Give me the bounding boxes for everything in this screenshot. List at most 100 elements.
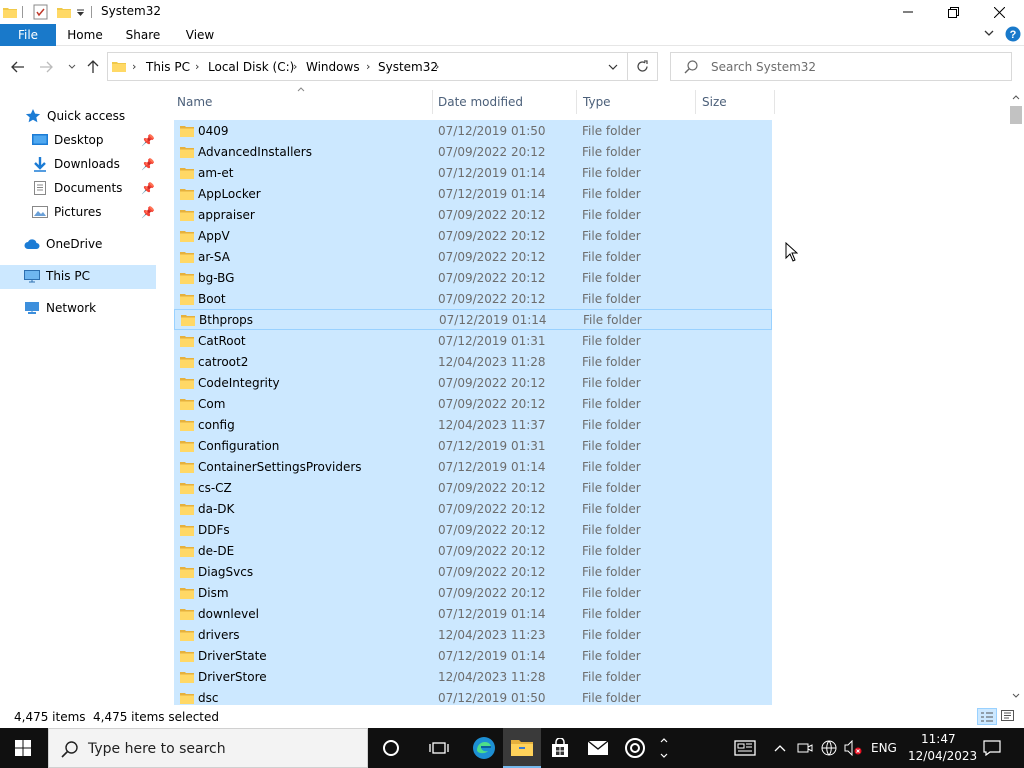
column-name[interactable]: Name xyxy=(177,95,212,109)
table-row[interactable]: drivers 12/04/2023 11:23 File folder xyxy=(174,624,772,645)
address-history-dropdown[interactable] xyxy=(608,64,618,71)
help-icon[interactable]: ? xyxy=(1005,26,1021,42)
table-row[interactable]: catroot2 12/04/2023 11:28 File folder xyxy=(174,351,772,372)
tab-home[interactable]: Home xyxy=(60,24,110,46)
table-row[interactable]: Boot 07/09/2022 20:12 File folder xyxy=(174,288,772,309)
scroll-up-icon[interactable] xyxy=(1012,94,1020,100)
tab-share[interactable]: Share xyxy=(118,24,168,46)
table-row[interactable]: DriverState 07/12/2019 01:14 File folder xyxy=(174,645,772,666)
minimize-button[interactable] xyxy=(885,0,931,24)
settings-button[interactable] xyxy=(616,728,654,768)
nav-quick-access[interactable]: Quick access xyxy=(25,105,125,127)
new-folder-icon[interactable] xyxy=(57,3,71,21)
table-row[interactable]: config 12/04/2023 11:37 File folder xyxy=(174,414,772,435)
details-view-button[interactable] xyxy=(977,708,997,725)
table-row[interactable]: Dism 07/09/2022 20:12 File folder xyxy=(174,582,772,603)
chevron-right-icon[interactable]: › xyxy=(132,60,136,73)
table-row[interactable]: bg-BG 07/09/2022 20:12 File folder xyxy=(174,267,772,288)
network-tray-button[interactable] xyxy=(818,728,840,768)
notifications-button[interactable] xyxy=(973,728,1011,768)
nav-onedrive[interactable]: OneDrive xyxy=(24,233,102,255)
table-row[interactable]: 0409 07/12/2019 01:50 File folder xyxy=(174,120,772,141)
table-row[interactable]: DDFs 07/09/2022 20:12 File folder xyxy=(174,519,772,540)
column-type[interactable]: Type xyxy=(583,95,611,109)
nav-this-pc[interactable]: This PC xyxy=(24,265,90,287)
nav-desktop[interactable]: Desktop xyxy=(32,129,104,151)
nav-network[interactable]: Network xyxy=(24,297,96,319)
table-row[interactable]: AppLocker 07/12/2019 01:14 File folder xyxy=(174,183,772,204)
table-row[interactable]: AdvancedInstallers 07/09/2022 20:12 File f… xyxy=(174,141,772,162)
column-size[interactable]: Size xyxy=(702,95,727,109)
search-input[interactable]: Search System32 xyxy=(670,52,1012,81)
start-button[interactable] xyxy=(4,728,42,768)
table-row[interactable]: Com 07/09/2022 20:12 File folder xyxy=(174,393,772,414)
table-row[interactable]: DiagSvcs 07/09/2022 20:12 File folder xyxy=(174,561,772,582)
table-row[interactable]: cs-CZ 07/09/2022 20:12 File folder xyxy=(174,477,772,498)
task-view-button[interactable] xyxy=(420,728,458,768)
crumb-system32[interactable]: System32 xyxy=(378,60,438,74)
properties-icon[interactable] xyxy=(33,3,48,21)
crumb-local-disk[interactable]: Local Disk (C:) xyxy=(208,60,294,74)
forward-button[interactable] xyxy=(36,58,56,76)
tab-view[interactable]: View xyxy=(175,24,225,46)
column-divider[interactable] xyxy=(774,90,775,114)
scrollbar-thumb[interactable] xyxy=(1010,106,1022,124)
taskbar-search-input[interactable]: Type here to search xyxy=(48,728,368,768)
nav-pictures[interactable]: Pictures xyxy=(32,201,102,223)
table-row[interactable]: CodeIntegrity 07/09/2022 20:12 File folder xyxy=(174,372,772,393)
meet-now-button[interactable] xyxy=(794,728,816,768)
cortana-button[interactable] xyxy=(372,728,410,768)
pin-icon[interactable]: 📌 xyxy=(141,206,155,219)
table-row[interactable]: ContainerSettingsProviders 07/12/2019 01:… xyxy=(174,456,772,477)
mail-button[interactable] xyxy=(579,728,617,768)
table-row[interactable]: appraiser 07/09/2022 20:12 File folder xyxy=(174,204,772,225)
nav-documents[interactable]: Documents xyxy=(32,177,122,199)
chevron-right-icon[interactable]: › xyxy=(435,60,439,73)
refresh-button[interactable] xyxy=(627,52,658,81)
column-divider[interactable] xyxy=(695,90,696,114)
show-hidden-icons-button[interactable] xyxy=(770,728,790,768)
table-row[interactable]: Configuration 07/12/2019 01:31 File folder xyxy=(174,435,772,456)
table-row[interactable]: CatRoot 07/12/2019 01:31 File folder xyxy=(174,330,772,351)
customize-quick-access-icon[interactable] xyxy=(76,3,85,21)
pin-icon[interactable]: 📌 xyxy=(141,134,155,147)
nav-downloads[interactable]: Downloads xyxy=(32,153,120,175)
up-button[interactable] xyxy=(83,58,103,76)
table-row[interactable]: am-et 07/12/2019 01:14 File folder xyxy=(174,162,772,183)
crumb-windows[interactable]: Windows xyxy=(306,60,360,74)
file-explorer-button[interactable] xyxy=(503,728,541,768)
column-divider[interactable] xyxy=(432,90,433,114)
close-button[interactable] xyxy=(976,0,1022,24)
store-button[interactable] xyxy=(541,728,579,768)
clock-date[interactable]: 12/04/2023 xyxy=(908,749,977,763)
action-news-button[interactable] xyxy=(726,728,764,768)
tab-file[interactable]: File xyxy=(0,24,56,46)
address-bar[interactable]: › This PC › Local Disk (C:) › Windows › … xyxy=(107,52,658,81)
chevron-right-icon[interactable]: › xyxy=(293,60,297,73)
table-row[interactable]: da-DK 07/09/2022 20:12 File folder xyxy=(174,498,772,519)
chevron-right-icon[interactable]: › xyxy=(195,60,199,73)
back-button[interactable] xyxy=(8,58,28,76)
expand-ribbon-icon[interactable] xyxy=(983,27,995,39)
language-indicator[interactable]: ENG xyxy=(871,741,897,755)
scroll-down-icon[interactable] xyxy=(1012,693,1020,699)
large-icons-view-button[interactable] xyxy=(1001,710,1014,721)
recent-locations-button[interactable] xyxy=(62,58,82,76)
vertical-scrollbar[interactable] xyxy=(1008,88,1024,705)
table-row[interactable]: ar-SA 07/09/2022 20:12 File folder xyxy=(174,246,772,267)
table-row[interactable]: downlevel 07/12/2019 01:14 File folder xyxy=(174,603,772,624)
column-divider[interactable] xyxy=(576,90,577,114)
pin-icon[interactable]: 📌 xyxy=(141,158,155,171)
table-row[interactable]: dsc 07/12/2019 01:50 File folder xyxy=(174,687,772,705)
maximize-button[interactable] xyxy=(930,0,976,24)
edge-button[interactable] xyxy=(465,728,503,768)
table-row[interactable]: Bthprops 07/12/2019 01:14 File folder xyxy=(174,309,772,330)
table-row[interactable]: DriverStore 12/04/2023 11:28 File folder xyxy=(174,666,772,687)
taskbar-overflow[interactable] xyxy=(654,728,674,768)
table-row[interactable]: AppV 07/09/2022 20:12 File folder xyxy=(174,225,772,246)
crumb-this-pc[interactable]: This PC xyxy=(146,60,190,74)
chevron-right-icon[interactable]: › xyxy=(366,60,370,73)
clock-time[interactable]: 11:47 xyxy=(921,732,956,746)
column-date-modified[interactable]: Date modified xyxy=(438,95,523,109)
table-row[interactable]: de-DE 07/09/2022 20:12 File folder xyxy=(174,540,772,561)
